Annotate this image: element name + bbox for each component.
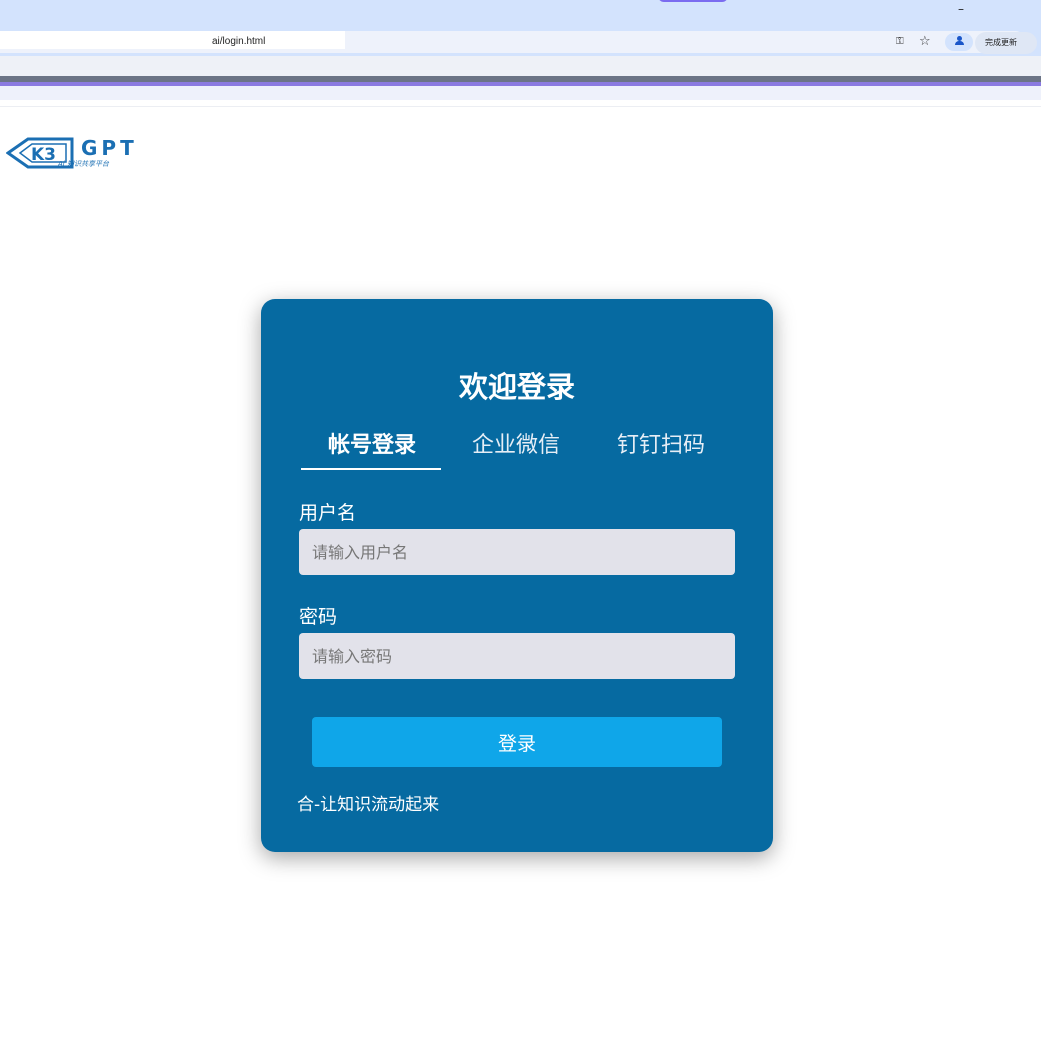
password-input[interactable] [299, 633, 735, 679]
divider [0, 106, 1041, 107]
minimize-button[interactable]: – [958, 2, 964, 16]
tab-account-login[interactable]: 帐号登录 [328, 427, 416, 459]
tab-dingtalk-login[interactable]: 钉钉扫码 [617, 427, 705, 459]
address-bar-overlay [0, 31, 345, 49]
slogan-text: 合-让知识流动起来 [297, 795, 440, 815]
address-bar-url[interactable]: ai/login.html [212, 36, 265, 47]
login-button[interactable]: 登录 [312, 717, 722, 767]
browser-tab-strip [0, 0, 1041, 28]
profile-icon[interactable] [955, 36, 964, 45]
page-header-band [0, 86, 1041, 100]
active-tab-indicator[interactable] [658, 0, 728, 2]
password-label: 密码 [299, 606, 338, 628]
username-input[interactable] [299, 529, 735, 575]
star-icon[interactable]: ☆ [919, 34, 931, 49]
logo-tagline: Ai 知识共享平台 [58, 160, 109, 168]
active-tab-underline [301, 468, 441, 470]
update-button-label[interactable]: 完成更新 [985, 37, 1017, 48]
logo-name: GPT [81, 136, 138, 160]
key-icon[interactable]: ⚿ [896, 36, 904, 47]
username-label: 用户名 [299, 502, 357, 524]
site-logo: K3 GPT Ai 知识共享平台 [6, 132, 146, 174]
login-title: 欢迎登录 [458, 370, 575, 404]
logo-mark-text: K3 [31, 145, 56, 165]
bookmarks-bar [0, 56, 1041, 76]
tab-wecom-login[interactable]: 企业微信 [472, 427, 560, 459]
